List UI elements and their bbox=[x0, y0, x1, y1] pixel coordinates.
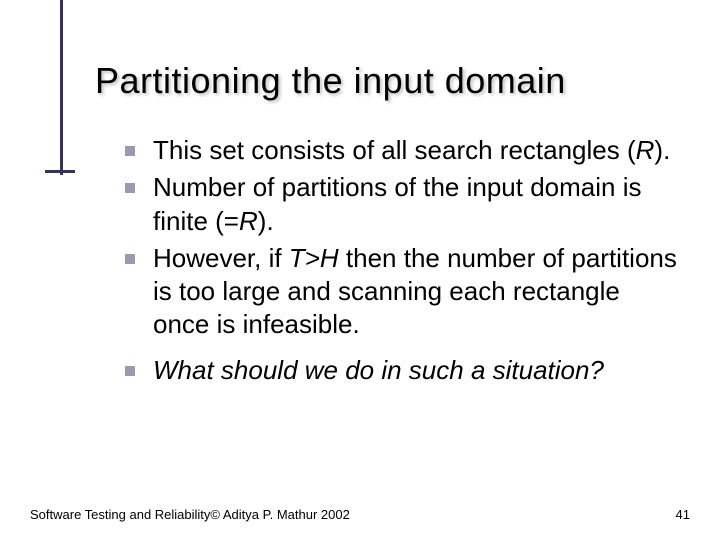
bullet-item: Number of partitions of the input domain… bbox=[125, 171, 680, 238]
slide-content: This set consists of all search rectangl… bbox=[125, 134, 680, 387]
bullet-item: However, if T>H then the number of parti… bbox=[125, 242, 680, 342]
bullet-text: Number of partitions of the input domain… bbox=[153, 171, 680, 238]
accent-horizontal-tick bbox=[45, 170, 75, 173]
square-bullet-icon bbox=[125, 183, 135, 193]
square-bullet-icon bbox=[125, 254, 135, 264]
square-bullet-icon bbox=[125, 366, 135, 376]
bullet-text: This set consists of all search rectangl… bbox=[153, 134, 670, 167]
slide-title: Partitioning the input domain bbox=[95, 60, 680, 102]
bullet-item: What should we do in such a situation? bbox=[125, 354, 680, 387]
slide-footer: Software Testing and Reliability© Aditya… bbox=[30, 507, 690, 522]
footer-page-number: 41 bbox=[676, 507, 690, 522]
bullet-text: However, if T>H then the number of parti… bbox=[153, 242, 680, 342]
square-bullet-icon bbox=[125, 146, 135, 156]
accent-vertical-line bbox=[60, 0, 63, 175]
bullet-text: What should we do in such a situation? bbox=[153, 354, 604, 387]
bullet-item: This set consists of all search rectangl… bbox=[125, 134, 680, 167]
slide: Partitioning the input domain This set c… bbox=[0, 0, 720, 540]
footer-left: Software Testing and Reliability© Aditya… bbox=[30, 507, 350, 522]
